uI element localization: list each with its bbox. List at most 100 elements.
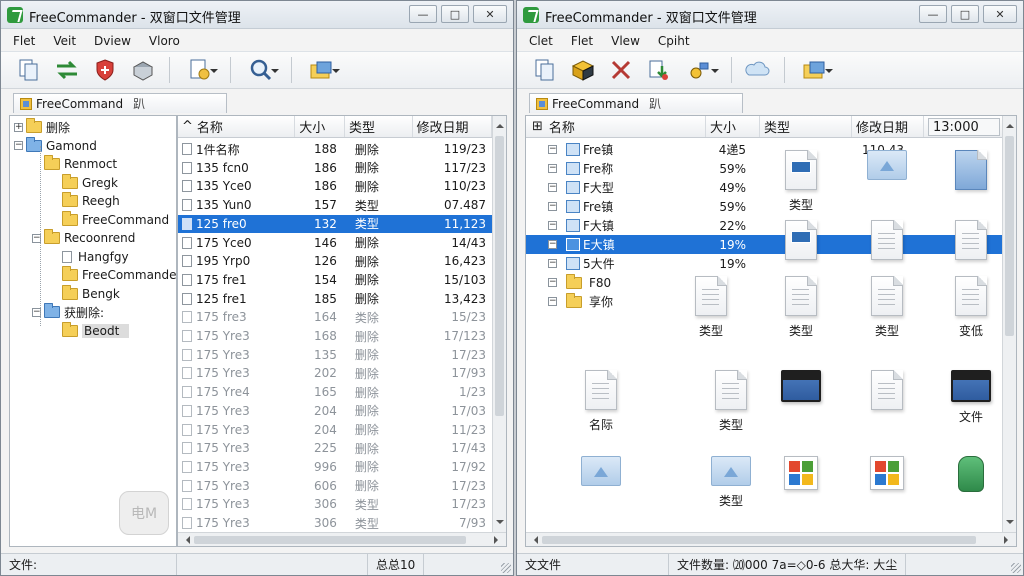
collapse-icon[interactable]: −: [548, 145, 557, 154]
scroll-thumb[interactable]: [1005, 136, 1014, 336]
file-tile[interactable]: 类型: [766, 150, 836, 222]
scroll-right-icon[interactable]: [494, 536, 502, 544]
scroll-thumb[interactable]: [194, 536, 466, 544]
table-row[interactable]: 175 Yre3 204 删除 17/03: [178, 402, 492, 420]
scroll-up-icon[interactable]: [496, 120, 504, 128]
file-tile[interactable]: 变低: [936, 276, 1006, 348]
tree-node[interactable]: − 获删除:: [32, 303, 104, 321]
column-header-size[interactable]: 大小: [295, 116, 345, 137]
table-row[interactable]: 175 fre3 164 类除 15/23: [178, 308, 492, 326]
file-tile[interactable]: [852, 456, 922, 528]
close-button[interactable]: ✕: [473, 5, 507, 23]
file-tile[interactable]: [852, 150, 922, 222]
column-header-name[interactable]: ^ 名称: [178, 116, 296, 137]
file-tile[interactable]: 文件: [936, 370, 1006, 442]
scroll-up-icon[interactable]: [1006, 120, 1014, 128]
file-tile[interactable]: [936, 150, 1006, 222]
table-row[interactable]: 175 Yre3 306 类型 7/93: [178, 514, 492, 532]
file-tile[interactable]: [766, 370, 836, 442]
scroll-down-icon[interactable]: [496, 520, 504, 528]
column-header-size[interactable]: 大小: [706, 116, 760, 137]
table-row[interactable]: 195 Yrp0 126 删除 16,423: [178, 252, 492, 270]
menu-item[interactable]: Flet: [571, 34, 593, 48]
copy-button[interactable]: [529, 55, 561, 85]
tree-node[interactable]: + 删除: [14, 118, 70, 136]
file-view[interactable]: ⊞名称 大小 类型 修改日期 13:000 −Fre镇4递5110.43−Fre…: [525, 115, 1017, 547]
folder-sync-button[interactable]: [795, 55, 835, 85]
scroll-left-icon[interactable]: [530, 536, 538, 544]
file-tile[interactable]: 类型: [766, 276, 836, 348]
download-button[interactable]: [643, 55, 675, 85]
vertical-scrollbar[interactable]: [492, 116, 506, 532]
minimize-button[interactable]: —: [919, 5, 947, 23]
table-row[interactable]: 175 Yre3 168 删除 17/123: [178, 327, 492, 345]
swap-button[interactable]: [51, 55, 83, 85]
table-row[interactable]: 135 Yce0 186 删除 110/23: [178, 177, 492, 195]
scroll-thumb[interactable]: [542, 536, 976, 544]
table-row[interactable]: − E大镇 19%: [526, 235, 1002, 254]
menu-item[interactable]: Vlew: [611, 34, 640, 48]
tab-freecommand[interactable]: FreeCommand 趴: [13, 93, 227, 113]
scroll-right-icon[interactable]: [1004, 536, 1012, 544]
file-tile[interactable]: 类型: [696, 456, 766, 528]
menu-item[interactable]: Dview: [94, 34, 131, 48]
tree-node[interactable]: Hangfgy: [50, 248, 129, 266]
collapse-icon[interactable]: −: [548, 297, 557, 306]
tree-node[interactable]: FreeCommand: [50, 210, 169, 229]
column-header-type[interactable]: 类型: [345, 116, 413, 137]
collapse-icon[interactable]: −: [548, 240, 557, 249]
table-row[interactable]: 1件名称 188 删除 119/23: [178, 140, 492, 158]
table-row[interactable]: − 5大件 19%: [526, 254, 1002, 273]
file-tile[interactable]: 类型: [676, 276, 746, 348]
collapse-icon[interactable]: −: [548, 259, 557, 268]
tree-node[interactable]: Bengk: [50, 284, 120, 303]
table-row[interactable]: − F大镇 22%: [526, 216, 1002, 235]
collapse-icon[interactable]: −: [14, 141, 23, 150]
collapse-icon[interactable]: −: [548, 278, 557, 287]
file-tile[interactable]: [566, 456, 636, 528]
shield-button[interactable]: [89, 55, 121, 85]
table-row[interactable]: 175 Yce0 146 删除 14/43: [178, 234, 492, 252]
horizontal-scrollbar[interactable]: [526, 532, 1016, 546]
tree-node[interactable]: − Recoonrend: [32, 229, 135, 247]
tree-node[interactable]: − Gamond: [14, 136, 97, 155]
cut-button[interactable]: [605, 55, 637, 85]
table-row[interactable]: 135 fcn0 186 删除 117/23: [178, 159, 492, 177]
tools-button[interactable]: [681, 55, 721, 85]
table-row[interactable]: − 享你: [526, 292, 1002, 311]
menu-item[interactable]: Cpiht: [658, 34, 690, 48]
copy-button[interactable]: [13, 55, 45, 85]
table-row[interactable]: 175 Yre4 165 删除 1/23: [178, 383, 492, 401]
collapse-icon[interactable]: −: [548, 221, 557, 230]
column-header-date[interactable]: 修改日期: [413, 116, 493, 137]
tree-node[interactable]: Beodt: [50, 321, 130, 340]
column-header-type[interactable]: 类型: [760, 116, 852, 137]
tree-node[interactable]: FreeCommander: [50, 266, 181, 284]
table-row[interactable]: 125 fre0 132 类型 11,123: [178, 214, 492, 233]
column-filter-field[interactable]: 13:000: [928, 118, 1000, 136]
tree-node[interactable]: Gregk: [50, 173, 118, 192]
table-row[interactable]: 175 Yre3 306 类型 17/23: [178, 495, 492, 513]
maximize-button[interactable]: □: [441, 5, 469, 23]
menu-item[interactable]: Clet: [529, 34, 553, 48]
file-tile[interactable]: [936, 456, 1006, 528]
table-row[interactable]: − F80: [526, 273, 1002, 292]
table-row[interactable]: 175 Yre3 225 删除 17/43: [178, 439, 492, 457]
horizontal-scrollbar[interactable]: [178, 532, 506, 546]
table-row[interactable]: − Fre称 59%: [526, 159, 1002, 178]
tree-node[interactable]: Reegh: [50, 192, 120, 210]
table-row[interactable]: 175 Yre3 606 删除 17/23: [178, 477, 492, 495]
table-row[interactable]: − F大型 49%: [526, 178, 1002, 197]
minimize-button[interactable]: —: [409, 5, 437, 23]
resize-grip-icon[interactable]: [501, 563, 511, 573]
file-tile[interactable]: 类型: [852, 276, 922, 348]
table-row[interactable]: 175 Yre3 135 删除 17/23: [178, 346, 492, 364]
search-button[interactable]: [241, 55, 281, 85]
expand-icon[interactable]: +: [14, 122, 23, 132]
file-tile[interactable]: 类型: [696, 370, 766, 442]
table-row[interactable]: 125 fre1 185 删除 13,423: [178, 290, 492, 308]
scroll-down-icon[interactable]: [1006, 520, 1014, 528]
menu-item[interactable]: Flet: [13, 34, 35, 48]
folder-sync-button[interactable]: [302, 55, 342, 85]
table-row[interactable]: 175 Yre3 204 删除 11/23: [178, 421, 492, 439]
